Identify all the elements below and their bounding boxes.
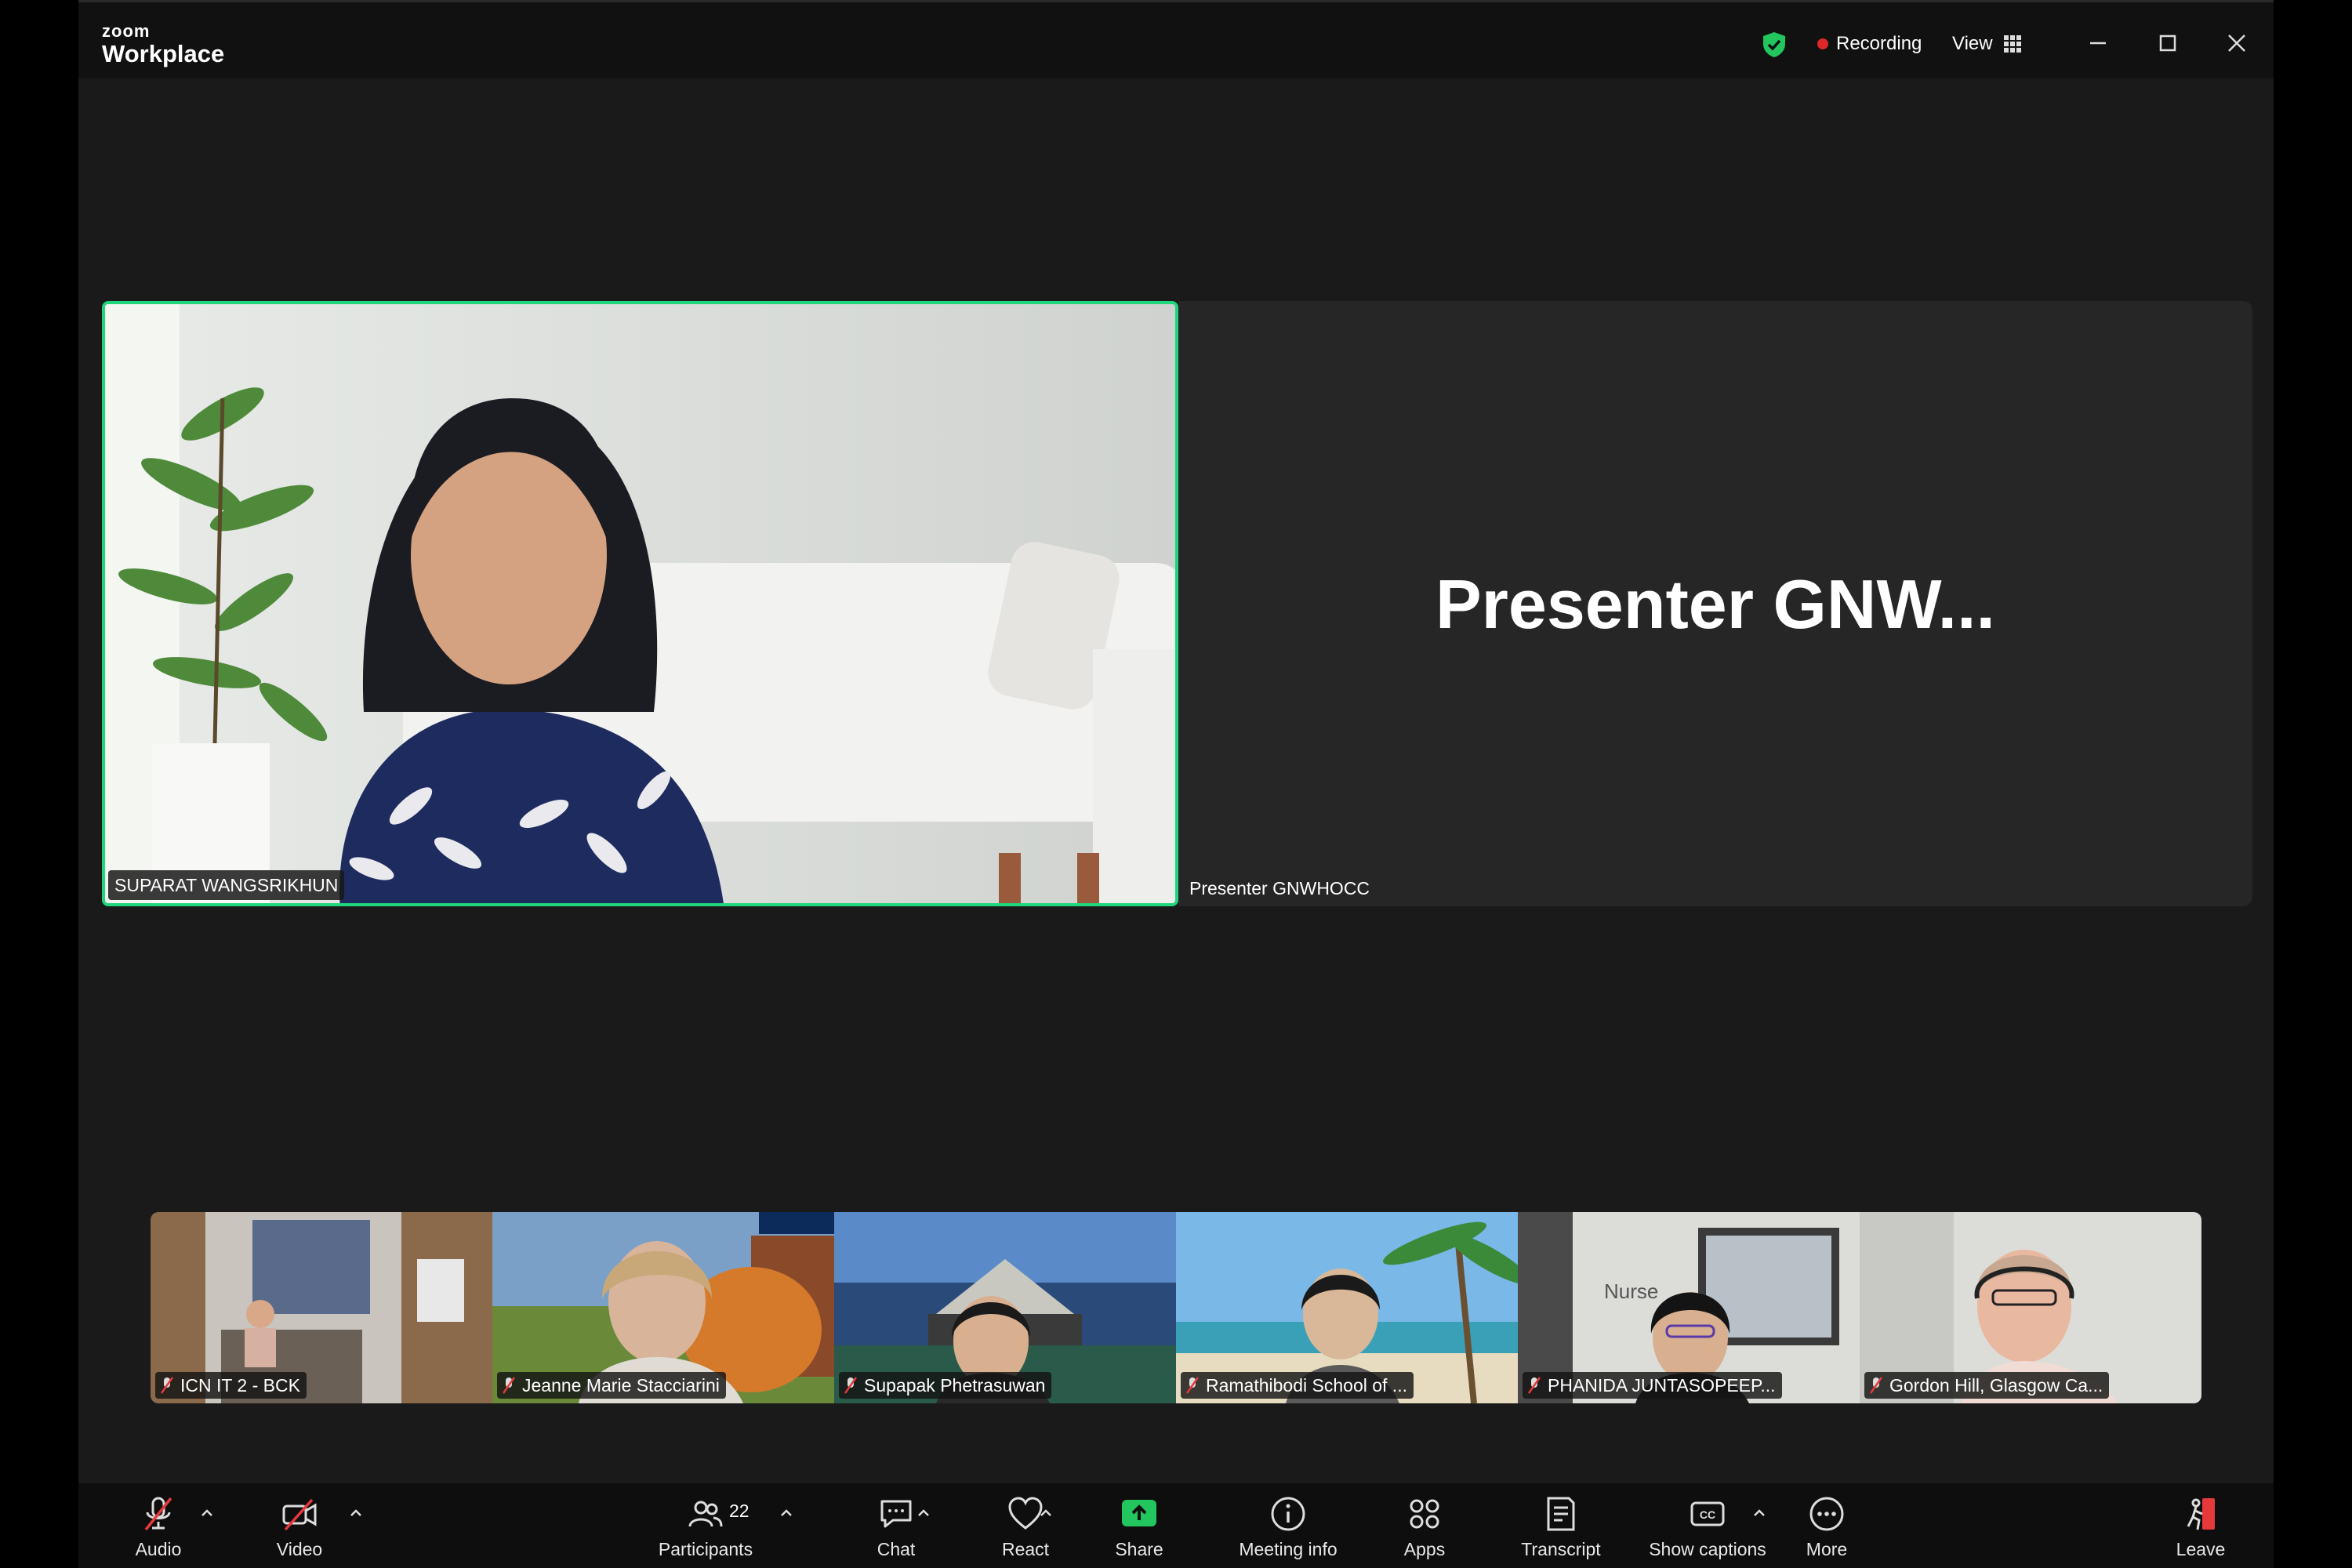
zoom-meeting-window: zoom Workplace Recording View SUPARAT WA…	[78, 0, 2274, 1568]
captions-options-chevron-icon[interactable]	[1751, 1505, 1767, 1521]
share-screen-icon	[1122, 1500, 1156, 1526]
active-speaker-video-tile[interactable]: SUPARAT WANGSRIKHUN	[102, 301, 1178, 906]
react-label: React	[1001, 1539, 1050, 1559]
view-label: View	[1952, 33, 1993, 54]
presenter-name-tag: Presenter GNWHOCC	[1189, 878, 1370, 898]
participant-name: PHANIDA JUNTASOPEEP...	[1548, 1375, 1776, 1396]
muted-mic-icon	[1527, 1377, 1541, 1394]
transcript-button[interactable]: Transcript	[1518, 1483, 1604, 1568]
recording-label: Recording	[1836, 33, 1922, 54]
muted-mic-icon	[1185, 1377, 1200, 1394]
participant-name-tag: Gordon Hill, Glasgow Ca...	[1864, 1372, 2110, 1399]
app-logo: zoom Workplace	[102, 23, 224, 68]
encryption-shield-icon[interactable]	[1761, 31, 1788, 59]
participant-tile[interactable]: Jeanne Marie Stacciarini	[492, 1212, 834, 1403]
audio-button[interactable]: Audio	[127, 1483, 190, 1568]
meeting-toolbar: Audio Video Participants 22 Chat React S…	[78, 1483, 2274, 1568]
recording-dot-icon	[1817, 38, 1828, 49]
more-label: More	[1806, 1539, 1848, 1559]
participants-icon	[688, 1501, 723, 1527]
speaker-video-image	[105, 304, 1175, 903]
participant-tile[interactable]: ICN IT 2 - BCK	[151, 1212, 492, 1403]
participant-name-tag: Ramathibodi School of ...	[1181, 1372, 1414, 1399]
participant-name: ICN IT 2 - BCK	[180, 1375, 300, 1396]
show-captions-button[interactable]: CC Show captions	[1649, 1483, 1766, 1568]
muted-mic-icon	[502, 1377, 516, 1394]
mic-muted-icon	[144, 1497, 172, 1531]
meeting-info-label: Meeting info	[1239, 1539, 1338, 1559]
muted-mic-icon	[1869, 1377, 1883, 1394]
participants-button[interactable]: Participants	[655, 1483, 757, 1568]
apps-label: Apps	[1403, 1539, 1446, 1559]
participant-tile[interactable]: Supapak Phetrasuwan	[834, 1212, 1176, 1403]
svg-text:Nurse: Nurse	[1604, 1279, 1658, 1303]
close-icon[interactable]	[2220, 26, 2254, 60]
title-bar: zoom Workplace Recording View	[78, 0, 2274, 78]
participant-name: Gordon Hill, Glasgow Ca...	[1889, 1375, 2103, 1396]
participants-count: 22	[729, 1501, 750, 1521]
participant-name-tag: Supapak Phetrasuwan	[839, 1372, 1052, 1399]
participant-tile[interactable]: Ramathibodi School of ...	[1176, 1212, 1518, 1403]
audio-label: Audio	[135, 1539, 182, 1559]
participant-name-tag: Jeanne Marie Stacciarini	[497, 1372, 726, 1399]
brand-workplace: Workplace	[102, 40, 225, 67]
chat-button[interactable]: Chat	[865, 1483, 927, 1568]
participant-name: Ramathibodi School of ...	[1206, 1375, 1407, 1396]
more-dots-icon	[1809, 1497, 1844, 1531]
grid-view-icon	[2003, 35, 2021, 53]
chat-label: Chat	[877, 1539, 916, 1559]
video-options-chevron-icon[interactable]	[348, 1505, 364, 1521]
leave-button[interactable]: Leave	[2169, 1483, 2232, 1568]
meeting-info-button[interactable]: Meeting info	[1229, 1483, 1347, 1568]
participants-options-chevron-icon[interactable]	[779, 1505, 794, 1521]
audio-options-chevron-icon[interactable]	[199, 1505, 215, 1521]
leave-label: Leave	[2176, 1539, 2226, 1559]
participant-filmstrip: ICN IT 2 - BCK Jeanne Marie Stacciarini	[151, 1212, 2201, 1403]
video-button[interactable]: Video	[268, 1483, 331, 1568]
participant-tile[interactable]: Gordon Hill, Glasgow Ca...	[1860, 1212, 2201, 1403]
share-button[interactable]: Share	[1108, 1483, 1171, 1568]
participant-name: Jeanne Marie Stacciarini	[522, 1375, 720, 1396]
minimize-icon[interactable]	[2081, 26, 2115, 60]
react-options-chevron-icon[interactable]	[1038, 1505, 1054, 1521]
closed-captions-icon: CC	[1690, 1501, 1725, 1526]
more-button[interactable]: More	[1795, 1483, 1858, 1568]
react-button[interactable]: React	[994, 1483, 1057, 1568]
chat-bubble-icon	[880, 1500, 912, 1528]
participants-label: Participants	[658, 1539, 753, 1559]
speaker-name-tag: SUPARAT WANGSRIKHUN	[108, 870, 345, 900]
participant-name: Supapak Phetrasuwan	[864, 1375, 1046, 1396]
info-icon	[1271, 1497, 1305, 1531]
camera-off-icon	[282, 1498, 317, 1531]
video-label: Video	[276, 1539, 323, 1559]
recording-indicator[interactable]: Recording	[1817, 32, 1922, 56]
chat-options-chevron-icon[interactable]	[916, 1505, 931, 1521]
muted-mic-icon	[844, 1377, 858, 1394]
muted-mic-icon	[160, 1377, 174, 1394]
leave-door-icon	[2187, 1498, 2215, 1530]
view-button[interactable]: View	[1952, 31, 2021, 57]
participant-name-tag: ICN IT 2 - BCK	[155, 1372, 307, 1399]
apps-button[interactable]: Apps	[1393, 1483, 1456, 1568]
brand-zoom: zoom	[102, 21, 151, 41]
presenter-display-name: Presenter GNW...	[1435, 565, 1995, 643]
transcript-icon	[1547, 1497, 1575, 1531]
maximize-icon[interactable]	[2151, 26, 2185, 60]
show-captions-label: Show captions	[1649, 1539, 1766, 1559]
participant-name-tag: PHANIDA JUNTASOPEEP...	[1523, 1372, 1782, 1399]
presenter-video-tile[interactable]: Presenter GNW... Presenter GNWHOCC	[1178, 301, 2252, 906]
svg-text:CC: CC	[1700, 1508, 1715, 1521]
transcript-label: Transcript	[1521, 1539, 1601, 1559]
share-label: Share	[1115, 1539, 1163, 1559]
apps-icon	[1410, 1499, 1439, 1529]
participant-tile[interactable]: Nurse PHANIDA JUNTASOPEEP...	[1518, 1212, 1860, 1403]
